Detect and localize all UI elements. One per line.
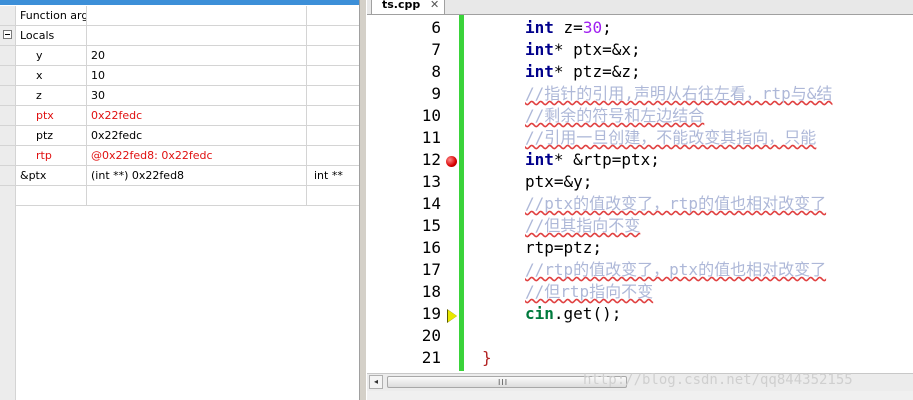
- watch-row-local[interactable]: z 30: [0, 86, 359, 106]
- expression-type: int **: [314, 169, 343, 182]
- line-number: 6: [431, 18, 441, 37]
- code-line: //ptx的值改变了，rtp的值也相对改变了: [525, 194, 827, 213]
- line-number: 16: [421, 238, 441, 257]
- line-number: 13: [421, 172, 441, 191]
- watch-row-local[interactable]: x 10: [0, 66, 359, 86]
- collapse-icon[interactable]: [3, 30, 12, 39]
- local-name: ptz: [36, 129, 54, 142]
- local-value: 0x22fedc: [87, 126, 307, 145]
- line-number: 10: [421, 106, 441, 125]
- code-line: //但rtp指向不变: [525, 282, 654, 301]
- editor-status-strip: [367, 391, 913, 400]
- panel-splitter[interactable]: [359, 0, 367, 400]
- editor-tab[interactable]: ts.cpp ✕: [371, 0, 445, 14]
- local-value: 20: [87, 46, 307, 65]
- editor-tab-bar: ts.cpp ✕: [367, 0, 913, 15]
- watch-row-locals[interactable]: Locals: [0, 26, 359, 46]
- close-icon[interactable]: ✕: [430, 0, 439, 10]
- watermark: http://blog.csdn.net/qq844352155: [583, 372, 853, 388]
- line-number: 14: [421, 194, 441, 213]
- code-line: //指针的引用,声明从右往左看，rtp与&结: [525, 84, 833, 103]
- code-line: //引用一旦创建，不能改变其指向，只能: [525, 128, 817, 147]
- expression-name: &ptx: [20, 169, 47, 182]
- local-name: ptx: [36, 109, 54, 122]
- grip-icon: III: [498, 378, 509, 387]
- watch-table: Function arg Locals y 20 x 10 z 30 ptx 0…: [0, 6, 359, 206]
- code-line: cin.get();: [525, 304, 622, 323]
- watch-row-local[interactable]: ptz 0x22fedc: [0, 126, 359, 146]
- line-number: 21: [421, 348, 441, 367]
- line-number-gutter[interactable]: 6 7 8 9 10 11 12 13 14 15 16 17 18 19 20…: [367, 15, 460, 371]
- line-number: 17: [421, 260, 441, 279]
- function-args-label: Function arg: [20, 9, 87, 22]
- watch-row-expression[interactable]: &ptx (int **) 0x22fed8 int **: [0, 166, 359, 186]
- code-line: int* ptx=&x;: [525, 40, 641, 59]
- code-text-area[interactable]: int z=30; int* ptx=&x; int* ptz=&z; //指针…: [464, 15, 913, 371]
- line-number: 18: [421, 282, 441, 301]
- local-value: 0x22fedc: [87, 106, 307, 125]
- watch-panel-title-bar: [0, 0, 359, 5]
- local-name: y: [36, 49, 43, 62]
- code-line: ptx=&y;: [525, 172, 593, 191]
- code-line: int z=30;: [525, 18, 612, 37]
- code-line: //剩余的符号和左边结合: [525, 106, 705, 125]
- local-value: 10: [87, 66, 307, 85]
- watch-row-function-args[interactable]: Function arg: [0, 6, 359, 26]
- editor-tab-label: ts.cpp: [382, 0, 421, 11]
- current-line-arrow-icon: [448, 310, 457, 322]
- watch-row-empty[interactable]: [0, 186, 359, 206]
- local-value: @0x22fed8: 0x22fedc: [87, 146, 307, 165]
- line-number: 7: [431, 40, 441, 59]
- scroll-left-icon[interactable]: ◂: [369, 375, 383, 389]
- line-number: 12: [421, 150, 441, 169]
- line-number: 8: [431, 62, 441, 81]
- line-number: 20: [421, 326, 441, 345]
- code-line: int* &rtp=ptx;: [525, 150, 660, 169]
- local-name: rtp: [36, 149, 52, 162]
- local-name: x: [36, 69, 43, 82]
- code-line: }: [482, 348, 492, 367]
- watch-row-local[interactable]: y 20: [0, 46, 359, 66]
- locals-label: Locals: [20, 29, 55, 42]
- code-line: //但其指向不变: [525, 216, 641, 235]
- code-line: int* ptz=&z;: [525, 62, 641, 81]
- line-number: 11: [421, 128, 441, 147]
- expression-value: (int **) 0x22fed8: [87, 166, 307, 185]
- watch-panel: Function arg Locals y 20 x 10 z 30 ptx 0…: [0, 0, 359, 400]
- local-value: 30: [87, 86, 307, 105]
- watch-row-local-changed[interactable]: ptx 0x22fedc: [0, 106, 359, 126]
- line-number: 19: [421, 304, 441, 323]
- code-line: //rtp的值改变了，ptx的值也相对改变了: [525, 260, 827, 279]
- code-editor: ts.cpp ✕ 6 7 8 9 10 11 12 13 14 15 16 17…: [367, 0, 913, 400]
- code-line: rtp=ptz;: [525, 238, 603, 257]
- watch-indent-strip: [0, 186, 16, 400]
- watch-row-local-changed[interactable]: rtp @0x22fed8: 0x22fedc: [0, 146, 359, 166]
- line-number: 15: [421, 216, 441, 235]
- breakpoint-icon[interactable]: [446, 156, 457, 167]
- line-number: 9: [431, 84, 441, 103]
- local-name: z: [36, 89, 42, 102]
